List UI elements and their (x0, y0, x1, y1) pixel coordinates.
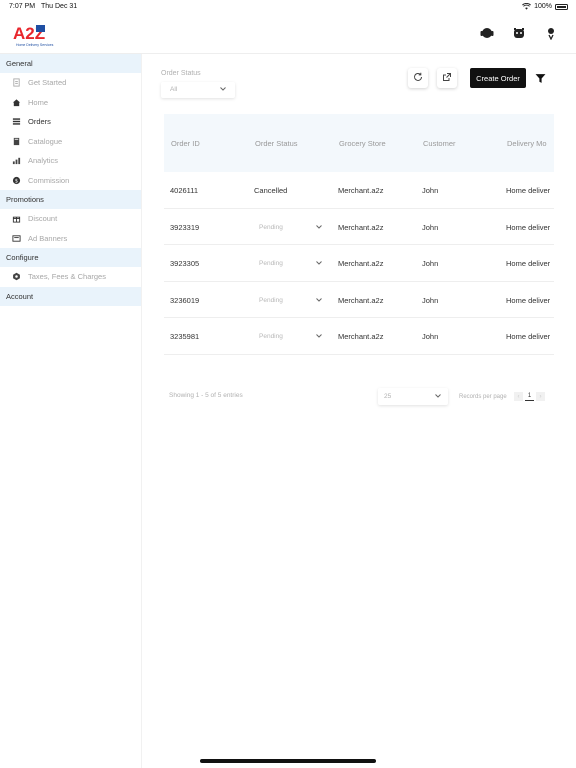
sidebar-item-ad-banners[interactable]: Ad Banners (0, 229, 141, 249)
grocery-store: Merchant.a2z (338, 222, 384, 232)
column-order-status[interactable]: Order Status (255, 139, 298, 148)
order-id: 3923305 (170, 259, 200, 268)
profile-icon[interactable] (544, 26, 558, 41)
sidebar-item-taxes[interactable]: Taxes, Fees & Charges (0, 267, 141, 287)
grocery-store: Merchant.a2z (338, 295, 384, 305)
sidebar-item-orders[interactable]: Orders (0, 112, 141, 132)
book-icon (11, 136, 21, 146)
column-order-id[interactable]: Order ID (171, 139, 200, 148)
a2z-logo: A2Z Home Delivery Services (13, 24, 54, 47)
delivery-mode: Home deliver (506, 295, 551, 305)
home-icon (11, 97, 21, 107)
bot-icon[interactable] (512, 26, 526, 40)
order-id: 3236019 (170, 295, 200, 305)
doc-icon (11, 78, 21, 88)
main-content: Order Status All Create Order Order ID O… (142, 54, 576, 768)
records-per-page-label: Records per page (459, 394, 507, 400)
column-grocery-store[interactable]: Grocery Store (339, 139, 386, 148)
page-number[interactable]: 1 (525, 392, 534, 401)
records-per-page-select[interactable]: 25 (378, 388, 448, 405)
next-page-button[interactable]: › (536, 392, 545, 401)
banner-icon (11, 233, 21, 243)
app-header: A2Z Home Delivery Services (0, 14, 576, 54)
order-status-select[interactable]: Pending (259, 297, 283, 304)
customer: John (422, 222, 439, 232)
home-indicator[interactable] (200, 759, 376, 763)
chevron-down-icon[interactable] (315, 223, 323, 233)
chevron-down-icon[interactable] (315, 296, 323, 306)
order-id: 3235981 (170, 332, 200, 341)
column-customer[interactable]: Customer (423, 139, 456, 148)
svg-text:Home Delivery Services: Home Delivery Services (16, 43, 54, 47)
grocery-store: Merchant.a2z (338, 259, 384, 268)
sidebar-item-discount[interactable]: Discount (0, 209, 141, 229)
refresh-button[interactable] (408, 68, 428, 88)
chevron-down-icon[interactable] (315, 259, 323, 269)
prev-page-button[interactable]: ‹ (514, 392, 523, 401)
order-status-select[interactable]: Pending (259, 224, 283, 231)
filter-icon (535, 71, 546, 88)
table-row[interactable]: 3923319 Pending Merchant.a2z John Home d… (164, 209, 554, 245)
sidebar-item-catalogue[interactable]: Catalogue (0, 132, 141, 152)
customer: John (422, 186, 439, 195)
delivery-mode: Home deliver (506, 259, 551, 268)
svg-text:$: $ (14, 178, 17, 184)
filter-button[interactable] (535, 71, 547, 83)
battery-percent: 100% (534, 3, 552, 10)
list-icon (11, 117, 21, 127)
support-icon[interactable] (480, 26, 494, 40)
status-bar: 7:07 PM Thu Dec 31 100% (0, 0, 576, 14)
battery-icon (555, 3, 568, 10)
table-footer: Showing 1 - 5 of 5 entries 25 Records pe… (169, 392, 549, 412)
customer: John (422, 295, 439, 305)
create-order-button[interactable]: Create Order (470, 68, 526, 88)
sidebar-item-analytics[interactable]: Analytics (0, 151, 141, 171)
sidebar-item-home[interactable]: Home (0, 93, 141, 113)
sidebar-section-account[interactable]: Account (0, 286, 141, 306)
wifi-icon (522, 3, 532, 10)
status-date: Thu Dec 31 (41, 3, 78, 10)
pagination: ‹ 1 › (514, 392, 545, 401)
refresh-icon (413, 69, 423, 87)
sidebar: General Get Started Home Orders Catalogu… (0, 54, 142, 768)
external-link-icon (442, 69, 452, 87)
grocery-store: Merchant.a2z (338, 186, 384, 195)
sidebar-section-configure: Configure (0, 248, 141, 267)
order-status-select[interactable]: All (161, 82, 235, 98)
column-delivery-mode[interactable]: Delivery Mo (507, 139, 547, 148)
sidebar-item-commission[interactable]: $ Commission (0, 171, 141, 191)
table-row[interactable]: 3235981 Pending Merchant.a2z John Home d… (164, 318, 554, 355)
export-button[interactable] (437, 68, 457, 88)
sidebar-section-promotions: Promotions (0, 190, 141, 209)
delivery-mode: Home deliver (506, 332, 551, 341)
entries-summary: Showing 1 - 5 of 5 entries (169, 392, 243, 399)
table-row[interactable]: 3923305 Pending Merchant.a2z John Home d… (164, 245, 554, 282)
order-id: 3923319 (170, 222, 200, 232)
dollar-icon: $ (11, 175, 21, 185)
table-row[interactable]: 4026111 Cancelled Merchant.a2z John Home… (164, 172, 554, 209)
chevron-down-icon (434, 392, 442, 402)
sidebar-section-general: General (0, 54, 141, 73)
sidebar-item-get-started[interactable]: Get Started (0, 73, 141, 93)
delivery-mode: Home deliver (506, 222, 551, 232)
grocery-store: Merchant.a2z (338, 332, 384, 341)
customer: John (422, 259, 439, 268)
chevron-down-icon[interactable] (315, 332, 323, 342)
table-header: Order ID Order Status Grocery Store Cust… (164, 114, 554, 172)
gift-icon (11, 214, 21, 224)
customer: John (422, 332, 439, 341)
table-row[interactable]: 3236019 Pending Merchant.a2z John Home d… (164, 282, 554, 318)
order-status-select[interactable]: Pending (259, 260, 283, 267)
order-status-select[interactable]: Pending (259, 333, 283, 340)
order-status: Cancelled (254, 186, 288, 195)
delivery-mode: Home deliver (506, 186, 551, 195)
chevron-down-icon (219, 85, 227, 95)
chart-icon (11, 156, 21, 166)
status-time: 7:07 PM (9, 3, 36, 10)
order-status-label: Order Status (161, 70, 201, 77)
orders-table: Order ID Order Status Grocery Store Cust… (164, 114, 554, 356)
hexagon-icon (11, 272, 21, 282)
order-id: 4026111 (170, 186, 199, 195)
